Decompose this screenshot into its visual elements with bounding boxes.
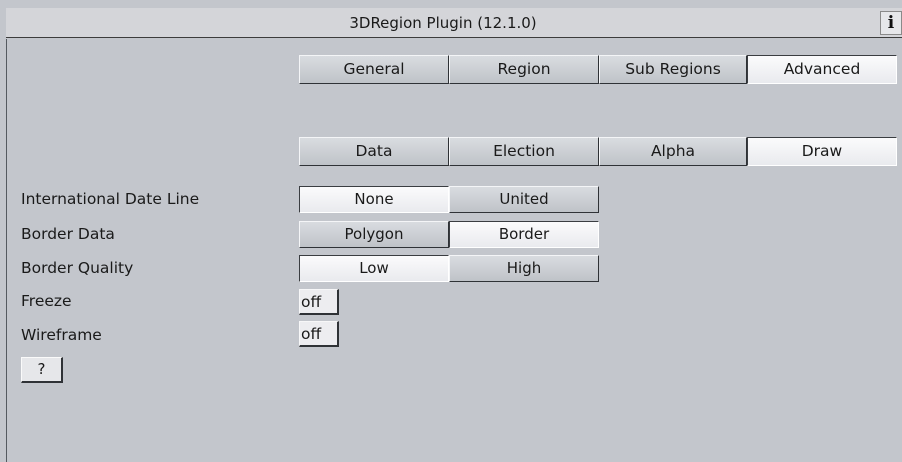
border-quality-high-button[interactable]: High xyxy=(449,255,599,282)
border-data-polygon-button[interactable]: Polygon xyxy=(299,221,449,248)
idl-united-button[interactable]: United xyxy=(449,186,599,213)
help-button[interactable]: ? xyxy=(21,357,63,383)
border-data-border-button[interactable]: Border xyxy=(449,221,599,248)
tab-general[interactable]: General xyxy=(299,55,449,84)
subtab-election[interactable]: Election xyxy=(449,137,599,166)
settings-panel: General Region Sub Regions Advanced Data… xyxy=(6,39,902,462)
tab-advanced[interactable]: Advanced xyxy=(747,55,897,84)
wireframe-label: Wireframe xyxy=(21,326,102,344)
window-title: 3DRegion Plugin (12.1.0) xyxy=(349,14,537,32)
tab-region[interactable]: Region xyxy=(449,55,599,84)
info-icon[interactable]: i xyxy=(880,11,902,35)
subtab-data[interactable]: Data xyxy=(299,137,449,166)
international-date-line-label: International Date Line xyxy=(21,190,200,208)
border-data-label: Border Data xyxy=(21,225,115,243)
subtab-draw[interactable]: Draw xyxy=(747,137,897,166)
tab-sub-regions[interactable]: Sub Regions xyxy=(599,55,747,84)
title-bar: 3DRegion Plugin (12.1.0) i xyxy=(6,8,902,38)
subtab-alpha[interactable]: Alpha xyxy=(599,137,747,166)
wireframe-toggle[interactable]: off xyxy=(299,321,339,347)
border-quality-label: Border Quality xyxy=(21,259,134,277)
freeze-toggle[interactable]: off xyxy=(299,289,339,315)
border-quality-low-button[interactable]: Low xyxy=(299,255,449,282)
idl-none-button[interactable]: None xyxy=(299,186,449,213)
freeze-label: Freeze xyxy=(21,292,72,310)
plugin-window: 3DRegion Plugin (12.1.0) i General Regio… xyxy=(0,0,902,462)
